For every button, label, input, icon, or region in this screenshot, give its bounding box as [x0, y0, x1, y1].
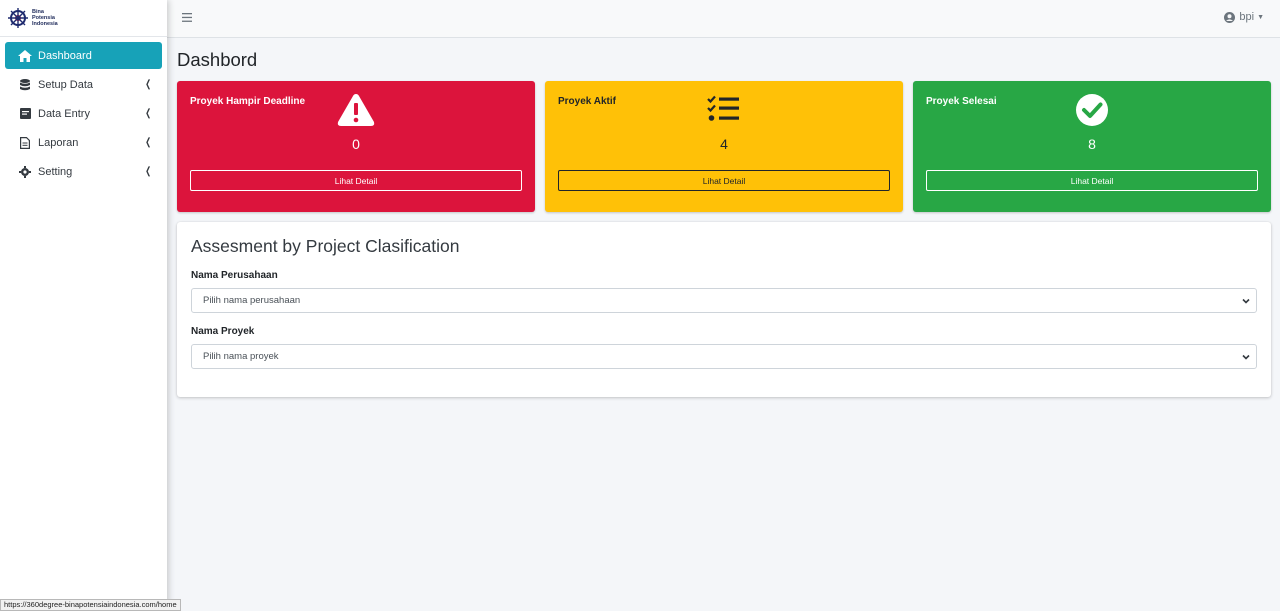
caret-down-icon: ▼: [1257, 13, 1264, 21]
chevron-down-icon: [1242, 298, 1250, 304]
user-menu[interactable]: bpi ▼: [1224, 11, 1264, 23]
sidebar-item-setup-data[interactable]: Setup Data ❮: [5, 71, 162, 98]
company-select[interactable]: Pilih nama perusahaan: [191, 288, 1257, 313]
check-circle-icon: [1076, 94, 1108, 126]
chevron-left-icon: ❮: [144, 79, 151, 90]
database-icon: [18, 78, 32, 92]
gear-icon: [18, 165, 32, 179]
card-title: Assesment by Project Clasification: [191, 236, 460, 256]
topbar: bpi ▼: [167, 0, 1280, 38]
sidebar-item-label: Setup Data: [38, 78, 94, 91]
home-icon: [18, 49, 32, 63]
chevron-left-icon: ❮: [144, 166, 151, 177]
stat-box-title: Proyek Aktif: [558, 96, 616, 107]
stat-box-aktif: Proyek Aktif 4 Lihat Detail: [545, 81, 903, 212]
tasks-icon: [707, 95, 739, 121]
project-label: Nama Proyek: [191, 326, 255, 337]
project-select[interactable]: Pilih nama proyek: [191, 344, 1257, 369]
stat-box-title: Proyek Hampir Deadline: [190, 96, 306, 107]
company-select-value: Pilih nama perusahaan: [203, 295, 301, 306]
stat-box-value: 8: [1088, 136, 1096, 152]
sidebar-item-dashboard[interactable]: Dashboard: [5, 42, 162, 69]
lihat-detail-button[interactable]: Lihat Detail: [558, 170, 890, 191]
sidebar-item-data-entry[interactable]: Data Entry ❮: [5, 100, 162, 127]
project-select-value: Pilih nama proyek: [203, 351, 279, 362]
lihat-detail-button[interactable]: Lihat Detail: [190, 170, 522, 191]
chevron-down-icon: [1242, 354, 1250, 360]
sidebar-item-label: Setting: [38, 165, 73, 178]
stat-box-selesai: Proyek Selesai 8 Lihat Detail: [913, 81, 1271, 212]
sidebar-nav: Dashboard Setup Data ❮ Data Entry ❮ Lapo…: [0, 37, 167, 192]
brand[interactable]: Bina Potensia Indonesia: [0, 0, 167, 37]
company-label: Nama Perusahaan: [191, 270, 278, 281]
brand-line-3: Indonesia: [32, 21, 58, 27]
assessment-card: Assesment by Project Clasification Nama …: [177, 222, 1271, 397]
page-title: Dashbord: [177, 49, 258, 70]
sidebar-item-label: Data Entry: [38, 107, 90, 120]
brand-logo: [8, 8, 28, 28]
stat-boxes: Proyek Hampir Deadline 0 Lihat Detail Pr…: [177, 81, 1271, 212]
sidebar-item-setting[interactable]: Setting ❮: [5, 158, 162, 185]
chevron-left-icon: ❮: [144, 108, 151, 119]
edit-icon: [18, 107, 32, 121]
chevron-left-icon: ❮: [144, 137, 151, 148]
sidebar-item-label: Dashboard: [38, 49, 92, 62]
hamburger-icon[interactable]: [182, 12, 193, 23]
sidebar-item-laporan[interactable]: Laporan ❮: [5, 129, 162, 156]
stat-box-value: 4: [720, 136, 728, 152]
brand-name: Bina Potensia Indonesia: [32, 9, 58, 27]
stat-box-title: Proyek Selesai: [926, 96, 997, 107]
sidebar-item-label: Laporan: [38, 136, 79, 149]
sidebar: Bina Potensia Indonesia Dashboard Setup …: [0, 0, 167, 611]
main-content: Dashbord Proyek Hampir Deadline 0 Lihat …: [177, 38, 1271, 397]
user-circle-icon: [1224, 11, 1236, 23]
lihat-detail-button[interactable]: Lihat Detail: [926, 170, 1258, 191]
file-icon: [18, 136, 32, 150]
stat-box-value: 0: [352, 136, 360, 152]
status-bar-url: https://360degree-binapotensiaindonesia.…: [0, 599, 181, 611]
user-name: bpi: [1239, 11, 1255, 23]
stat-box-deadline: Proyek Hampir Deadline 0 Lihat Detail: [177, 81, 535, 212]
warning-icon: [337, 94, 375, 126]
